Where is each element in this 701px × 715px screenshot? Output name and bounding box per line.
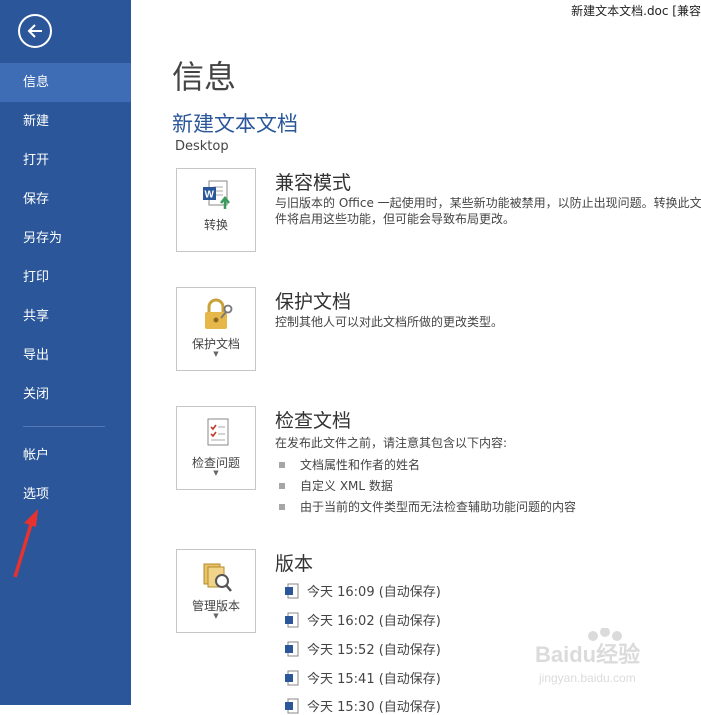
convert-button-label: 转换	[203, 218, 228, 232]
document-name: 新建文本文档	[172, 112, 298, 136]
nav-item-open[interactable]: 打开	[0, 141, 131, 180]
nav-item-export[interactable]: 导出	[0, 336, 131, 375]
version-item[interactable]: 今天 15:30 (自动保存)	[285, 695, 441, 715]
page-title: 信息	[172, 58, 237, 96]
chevron-down-icon: ▼	[213, 350, 219, 358]
baidu-watermark-icon: Baidu经验 jingyan.baidu.com	[535, 628, 640, 685]
manage-versions-button[interactable]: 管理版本 ▼	[176, 549, 256, 633]
word-doc-icon	[285, 612, 299, 628]
inspect-bullet: 由于当前的文件类型而无法检查辅助功能问题的内容	[279, 498, 576, 515]
nav-item-save[interactable]: 保存	[0, 180, 131, 219]
chevron-down-icon: ▼	[213, 469, 219, 477]
bullet-icon	[279, 482, 285, 489]
bullet-icon	[279, 503, 285, 510]
version-item[interactable]: 今天 16:09 (自动保存)	[285, 580, 441, 600]
protect-title: 保护文档	[275, 291, 352, 313]
compat-title: 兼容模式	[275, 172, 352, 194]
annotation-arrow-icon	[13, 509, 38, 578]
versions-title: 版本	[275, 553, 314, 575]
nav-item-close[interactable]: 关闭	[0, 375, 131, 414]
lock-key-icon	[205, 298, 233, 329]
inspect-description: 在发布此文件之前，请注意其包含以下内容:	[275, 436, 508, 450]
inspect-document-icon	[207, 418, 229, 446]
nav-item-info[interactable]: 信息	[0, 63, 131, 102]
nav-item-save-as[interactable]: 另存为	[0, 219, 131, 258]
word-doc-icon	[285, 698, 299, 714]
nav-item-new[interactable]: 新建	[0, 102, 131, 141]
watermark-text: Baidu经验	[535, 642, 640, 667]
nav-divider	[23, 426, 105, 427]
backstage-sidebar: 信息 新建 打开 保存 另存为 打印 共享 导出 关闭 帐户 选项	[0, 0, 131, 705]
nav-item-account[interactable]: 帐户	[0, 436, 131, 475]
arrow-left-icon	[27, 24, 42, 38]
word-convert-icon: W	[203, 180, 230, 209]
inspect-title: 检查文档	[275, 410, 352, 432]
svg-text:W: W	[205, 190, 215, 201]
compat-description: 与旧版本的 Office 一起使用时，某些新功能被禁用，以防止出现问题。转换此文…	[275, 196, 701, 226]
version-item[interactable]: 今天 15:52 (自动保存)	[285, 638, 441, 658]
word-doc-icon	[285, 583, 299, 599]
convert-button[interactable]: W 转换	[176, 168, 256, 252]
manage-versions-icon	[203, 563, 232, 592]
word-doc-icon	[285, 641, 299, 657]
version-item[interactable]: 今天 16:02 (自动保存)	[285, 609, 441, 629]
window-title: 新建文本文档.doc [兼容	[571, 4, 701, 18]
watermark-url: jingyan.baidu.com	[538, 671, 636, 685]
version-item[interactable]: 今天 15:41 (自动保存)	[285, 667, 441, 687]
word-doc-icon	[285, 670, 299, 686]
back-button[interactable]	[18, 14, 52, 48]
inspect-bullet: 文档属性和作者的姓名	[279, 456, 420, 473]
bullet-icon	[279, 461, 285, 468]
nav-item-print[interactable]: 打印	[0, 258, 131, 297]
check-issues-button[interactable]: 检查问题 ▼	[176, 406, 256, 490]
document-path: Desktop	[175, 139, 229, 154]
inspect-bullet: 自定义 XML 数据	[279, 477, 393, 494]
chevron-down-icon: ▼	[213, 612, 219, 620]
protect-description: 控制其他人可以对此文档所做的更改类型。	[275, 315, 504, 329]
protect-document-button[interactable]: 保护文档 ▼	[176, 287, 256, 371]
nav-item-share[interactable]: 共享	[0, 297, 131, 336]
